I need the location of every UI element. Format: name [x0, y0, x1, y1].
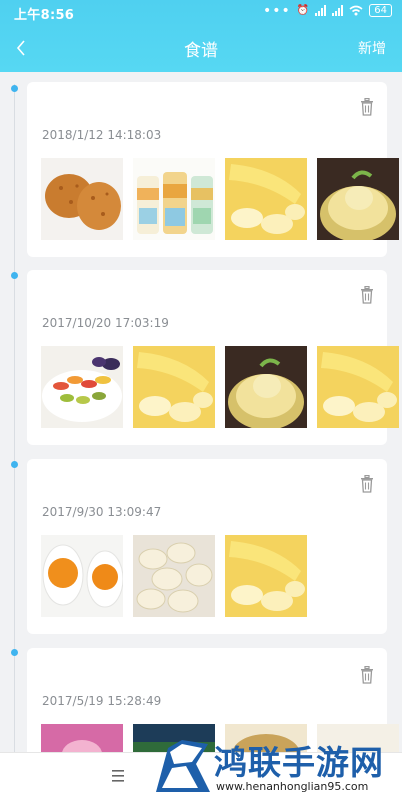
wifi-icon [349, 5, 363, 16]
photo-pink-dish[interactable] [41, 724, 123, 754]
record-date: 2017/5/19 15:28:49 [42, 694, 162, 708]
record-date: 2017/9/30 13:09:47 [42, 505, 162, 519]
timeline-dot [11, 461, 18, 468]
photo-banana[interactable] [225, 158, 307, 240]
page-title: 食谱 [184, 41, 218, 61]
status-time: 上午8:56 [14, 8, 75, 23]
watermark-title: 鸿联手游网 [214, 743, 384, 782]
timeline-dot [11, 272, 18, 279]
photo-salted-egg[interactable] [41, 535, 123, 617]
record-date: 2018/1/12 14:18:03 [42, 128, 162, 142]
photo-banana[interactable] [317, 346, 399, 428]
timeline-dot [11, 649, 18, 656]
app-header: 上午8:56 ••• ⏰ 64 食谱 新增 [0, 0, 402, 72]
signal-icon-2 [332, 5, 344, 16]
status-bar: 上午8:56 ••• ⏰ 64 [0, 0, 402, 24]
photo-strip [41, 158, 399, 240]
trash-icon[interactable] [359, 286, 375, 304]
photo-pomelo-fruit[interactable] [317, 158, 399, 240]
record-card[interactable]: 2017/10/20 17:03:19 [27, 270, 399, 445]
photo-banana[interactable] [133, 346, 215, 428]
photo-pasta-raisins[interactable] [41, 346, 123, 428]
watermark-logo [156, 740, 210, 792]
photo-twisted-bread[interactable] [133, 535, 215, 617]
add-button[interactable]: 新增 [358, 38, 386, 58]
record-card[interactable]: 2018/1/12 14:18:03 [27, 82, 399, 257]
battery-indicator: 64 [369, 4, 392, 17]
photo-fried-chicken[interactable] [41, 158, 123, 240]
more-dots-icon: ••• [263, 2, 291, 19]
timeline-dot [11, 85, 18, 92]
photo-pomelo-fruit[interactable] [225, 346, 307, 428]
signal-icon [315, 5, 327, 16]
photo-strip [41, 535, 307, 617]
trash-icon[interactable] [359, 666, 375, 684]
photo-banana[interactable] [225, 535, 307, 617]
nav-bar: 食谱 新增 [0, 28, 402, 68]
record-date: 2017/10/20 17:03:19 [42, 316, 169, 330]
record-card[interactable]: 2017/9/30 13:09:47 [27, 459, 387, 634]
alarm-icon: ⏰ [296, 5, 310, 16]
timeline-line [14, 84, 15, 774]
photo-yogurt-bottles[interactable] [133, 158, 215, 240]
photo-strip [41, 346, 399, 428]
trash-icon[interactable] [359, 475, 375, 493]
status-icons: ••• ⏰ 64 [263, 2, 392, 19]
menu-icon[interactable] [110, 769, 126, 783]
watermark: 鸿联手游网 www.henanhonglian95.com [148, 724, 402, 800]
watermark-url: www.henanhonglian95.com [216, 780, 369, 793]
trash-icon[interactable] [359, 98, 375, 116]
